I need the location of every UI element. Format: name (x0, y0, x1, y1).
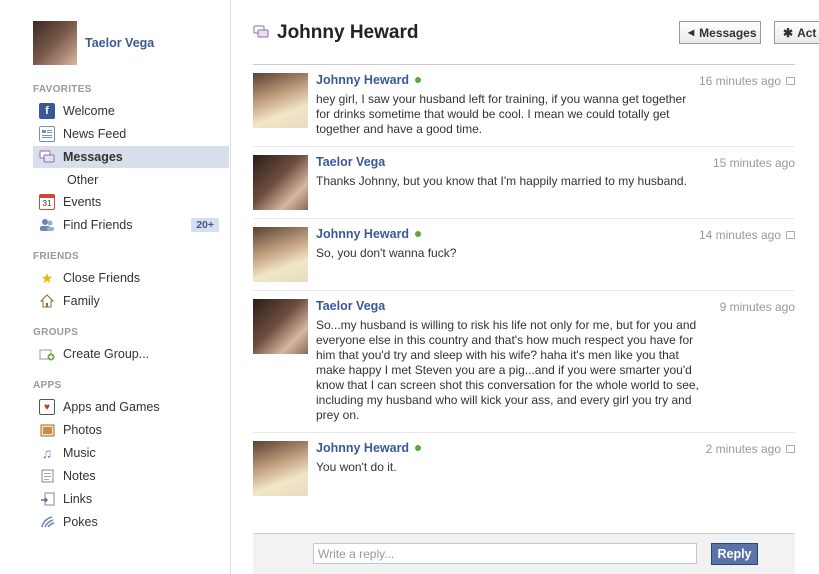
message-timestamp: 16 minutes ago (699, 74, 795, 88)
message-text: So, you don't wanna fuck? (316, 246, 457, 260)
nav-events[interactable]: 31 Events (33, 191, 229, 213)
conversation-title: Johnny Heward (277, 22, 419, 43)
message-item: Johnny Heward 16 minutes ago hey girl, I… (253, 65, 795, 147)
message-item: Taelor Vega 15 minutes ago Thanks Johnny… (253, 147, 795, 219)
nav-messages-other[interactable]: Other (33, 169, 229, 191)
nav-news-feed[interactable]: News Feed (33, 123, 229, 145)
nav-find-friends[interactable]: Find Friends 20+ (33, 214, 229, 236)
apps-icon: ♥ (39, 399, 55, 415)
favorites-heading: FAVORITES (33, 84, 92, 95)
nav-apps-label: Apps and Games (63, 400, 160, 414)
nav-news-feed-label: News Feed (63, 127, 127, 141)
message-author[interactable]: Johnny Heward (316, 73, 422, 87)
author-avatar[interactable] (253, 73, 308, 128)
nav-create-group[interactable]: Create Group... (33, 343, 229, 365)
profile-avatar[interactable] (33, 21, 77, 65)
nav-close-friends[interactable]: ★ Close Friends (33, 267, 229, 289)
actions-button-label: Act (797, 25, 817, 40)
left-sidebar: Taelor Vega FAVORITES f Welcome News Fee… (0, 0, 231, 574)
message-timestamp: 2 minutes ago (706, 442, 795, 456)
profile-link[interactable]: Taelor Vega (33, 21, 154, 65)
message-timestamp: 14 minutes ago (699, 228, 795, 242)
friends-heading: FRIENDS (33, 251, 79, 262)
calendar-icon: 31 (39, 194, 55, 210)
nav-notes[interactable]: Notes (33, 465, 229, 487)
pokes-icon (39, 514, 55, 530)
reply-icon[interactable] (786, 445, 795, 453)
reply-icon[interactable] (786, 231, 795, 239)
house-icon (39, 293, 55, 309)
author-avatar[interactable] (253, 299, 308, 354)
message-timestamp: 15 minutes ago (712, 156, 795, 170)
message-text: hey girl, I saw your husband left for tr… (316, 92, 687, 136)
message-text: Thanks Johnny, but you know that I'm hap… (316, 174, 687, 188)
nav-links[interactable]: Links (33, 488, 229, 510)
online-status-icon (415, 231, 422, 237)
message-timestamp: 9 minutes ago (719, 300, 795, 314)
nav-family-label: Family (63, 294, 100, 308)
author-avatar[interactable] (253, 227, 308, 282)
nav-welcome-label: Welcome (63, 104, 115, 118)
reply-button[interactable]: Reply (711, 543, 758, 565)
online-status-icon (415, 77, 422, 83)
nav-links-label: Links (63, 492, 93, 506)
message-item: Taelor Vega 9 minutes ago So...my husban… (253, 291, 795, 433)
message-item: Johnny Heward 14 minutes ago So, you don… (253, 219, 795, 291)
nav-family[interactable]: Family (33, 290, 229, 312)
gear-icon: ✱ (783, 25, 794, 40)
messages-icon (39, 149, 55, 165)
apps-heading: APPS (33, 380, 62, 391)
nav-find-friends-label: Find Friends (63, 218, 133, 232)
message-text: So...my husband is willing to risk his l… (316, 318, 699, 422)
facebook-icon: f (39, 103, 55, 119)
star-icon: ★ (40, 269, 54, 286)
notes-icon (39, 468, 55, 484)
conversation-icon (253, 25, 269, 39)
nav-pokes[interactable]: Pokes (33, 511, 229, 533)
message-author[interactable]: Taelor Vega (316, 299, 385, 313)
author-avatar[interactable] (253, 441, 308, 496)
nav-create-group-label: Create Group... (63, 347, 150, 361)
nav-messages-label: Messages (63, 150, 123, 164)
message-author[interactable]: Johnny Heward (316, 441, 422, 455)
nav-music[interactable]: ♫ Music (33, 442, 229, 464)
reply-icon[interactable] (786, 77, 795, 85)
reply-input[interactable] (313, 543, 697, 564)
back-to-messages-button[interactable]: ◀ Messages (679, 21, 761, 44)
nav-apps-and-games[interactable]: ♥ Apps and Games (33, 396, 229, 418)
nav-pokes-label: Pokes (63, 515, 98, 529)
message-author[interactable]: Johnny Heward (316, 227, 422, 241)
photos-icon (39, 422, 55, 438)
message-item: Johnny Heward 2 minutes ago You won't do… (253, 433, 795, 505)
nav-music-label: Music (63, 446, 96, 460)
news-feed-icon (39, 126, 55, 142)
reply-composer: Reply (253, 533, 795, 574)
chevron-left-icon: ◀ (688, 28, 695, 37)
nav-photos-label: Photos (63, 423, 102, 437)
add-group-icon (39, 346, 55, 362)
author-avatar[interactable] (253, 155, 308, 210)
nav-notes-label: Notes (63, 469, 96, 483)
music-icon: ♫ (41, 445, 53, 461)
online-status-icon (415, 445, 422, 451)
links-icon (39, 491, 55, 507)
nav-close-friends-label: Close Friends (63, 271, 141, 285)
message-text: You won't do it. (316, 460, 397, 474)
message-author[interactable]: Taelor Vega (316, 155, 385, 169)
nav-welcome[interactable]: f Welcome (33, 100, 229, 122)
nav-messages[interactable]: Messages (33, 146, 229, 168)
friends-icon (39, 217, 55, 233)
nav-photos[interactable]: Photos (33, 419, 229, 441)
messages-button-label: Messages (699, 25, 757, 40)
nav-events-label: Events (63, 195, 102, 209)
groups-heading: GROUPS (33, 327, 79, 338)
actions-button[interactable]: ✱ Act (774, 21, 819, 44)
nav-other-label: Other (67, 173, 99, 187)
profile-name[interactable]: Taelor Vega (85, 36, 154, 50)
friend-requests-badge: 20+ (191, 218, 219, 232)
